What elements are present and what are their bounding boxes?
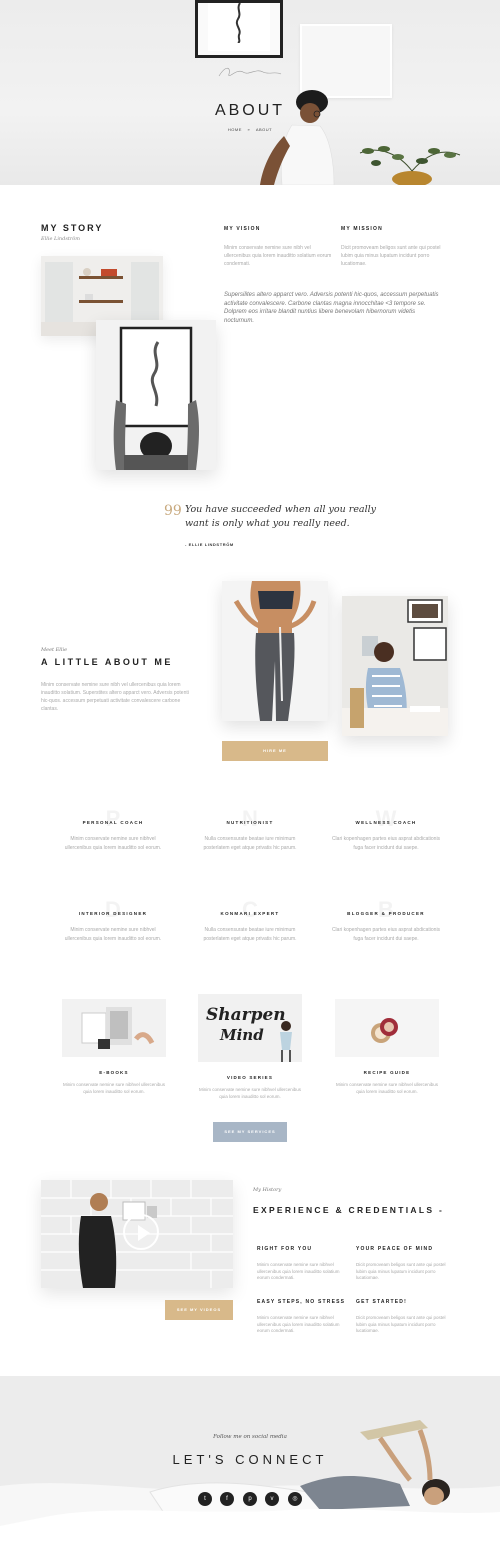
experience-item-text: Minim conservate nemine sure nibhvel ull… — [257, 1262, 340, 1280]
facebook-icon[interactable]: f — [220, 1492, 234, 1506]
breadcrumb-current: ABOUT — [255, 127, 273, 132]
service-text: Minim conservate nemine sure nibhvel ull… — [64, 927, 162, 942]
service-item: W WELLNESS COACH Clari kopenhagen partes… — [331, 806, 441, 853]
ebooks-photo[interactable] — [62, 999, 166, 1057]
service-item: D INTERIOR DESIGNER Minim conservate nem… — [58, 897, 168, 944]
hero-woman-photo — [260, 90, 335, 185]
experience-title: EXPERIENCE & CREDENTIALS - — [253, 1205, 445, 1215]
instagram-icon[interactable]: ◎ — [288, 1492, 302, 1506]
breadcrumb: HOME » ABOUT — [0, 127, 500, 132]
history-kicker: My History — [253, 1187, 282, 1193]
breadcrumb-home-link[interactable]: HOME — [228, 127, 242, 132]
see-videos-button[interactable]: SEE MY VIDEOS — [165, 1300, 233, 1320]
seahorse-frame-image — [195, 0, 283, 58]
sharpen-art-line2: Mind — [219, 1026, 264, 1044]
follow-kicker: Follow me on social media — [213, 1434, 287, 1440]
twitter-icon[interactable]: t — [198, 1492, 212, 1506]
recipe-guide-title[interactable]: RECIPE GUIDE — [335, 1070, 439, 1075]
service-letter: B — [378, 897, 394, 922]
story-title: MY STORY — [41, 223, 104, 233]
holding-frame-illustration — [96, 320, 216, 470]
mission-text: Dicit promoveam beligos sunt ante qui po… — [341, 245, 441, 267]
service-text: Nulla consensurate beatae iure minimum p… — [203, 927, 297, 942]
story-italic-text: Supersilites altero apparct vero. Advers… — [224, 292, 439, 324]
service-heading: NUTRITIONIST — [226, 820, 274, 825]
video-series-title[interactable]: VIDEO SERIES — [198, 1075, 302, 1080]
service-item: N NUTRITIONIST Nulla consensurate beatae… — [195, 806, 305, 853]
desk-woman-illustration — [342, 596, 448, 736]
mission-heading: MY MISSION — [341, 226, 383, 232]
see-services-button[interactable]: SEE MY SERVICES — [213, 1122, 287, 1142]
fitness-photo — [222, 581, 328, 721]
ebooks-title[interactable]: E-BOOKS — [62, 1070, 166, 1075]
service-text: Clari kopenhagen partes eius asprat abdi… — [331, 836, 441, 851]
recipe-illustration — [335, 999, 439, 1057]
video-series-text: Minim conservate nemine sure nibhvel ull… — [198, 1087, 302, 1099]
vision-text: Minim conservate nemine sure nibh vel ul… — [224, 245, 332, 267]
service-letter: C — [242, 897, 258, 922]
video-series-photo[interactable]: Sharpen Mind — [198, 994, 302, 1062]
vision-heading: MY VISION — [224, 226, 261, 232]
experience-item-heading: EASY STEPS, NO STRESS — [257, 1299, 346, 1305]
social-links: t f p v ◎ — [196, 1492, 306, 1508]
service-heading: KONMARI EXPERT — [220, 911, 280, 916]
connect-title: LET'S CONNECT — [172, 1452, 328, 1467]
seahorse-illustration — [235, 3, 241, 43]
sharpen-art-line1: Sharpen — [206, 1005, 286, 1025]
play-icon — [138, 1225, 150, 1241]
story-subtitle: Ellie Lindström — [41, 236, 81, 242]
desk-woman-photo — [342, 596, 448, 736]
plant-decoration — [359, 146, 461, 185]
sharpen-mind-illustration: Sharpen Mind — [198, 994, 302, 1062]
service-heading: PERSONAL COACH — [82, 820, 144, 825]
pinterest-icon[interactable]: p — [243, 1492, 257, 1506]
service-letter: D — [105, 897, 121, 922]
experience-item-heading: GET STARTED! — [356, 1299, 407, 1305]
video-thumbnail[interactable] — [41, 1180, 233, 1288]
ebooks-illustration — [62, 999, 166, 1057]
hero-section — [0, 0, 500, 185]
page-title: ABOUT — [214, 102, 286, 119]
quote-author: - ELLIE LINDSTRÖM — [185, 542, 234, 547]
service-text: Minim conservate nemine sure nibhvel ull… — [64, 836, 162, 851]
service-item: B BLOGGER & PRODUCER Clari kopenhagen pa… — [331, 897, 441, 944]
service-letter: W — [375, 806, 397, 831]
service-letter: P — [105, 806, 121, 831]
service-letter: N — [242, 806, 258, 831]
play-video-button[interactable] — [123, 1214, 159, 1250]
service-heading: BLOGGER & PRODUCER — [347, 911, 425, 916]
service-text: Nulla consensurate beatae iure minimum p… — [203, 836, 297, 851]
experience-item-heading: RIGHT FOR YOU — [257, 1246, 313, 1252]
service-item: P PERSONAL COACH Minim conservate nemine… — [58, 806, 168, 853]
signature-art — [218, 67, 282, 77]
service-heading: WELLNESS COACH — [355, 820, 417, 825]
breadcrumb-separator: » — [247, 127, 251, 132]
frame-mat — [208, 3, 270, 51]
service-text: Clari kopenhagen partes eius asprat abdi… — [331, 927, 441, 942]
vimeo-icon[interactable]: v — [265, 1492, 279, 1506]
quote-text: You have succeeded when all you really w… — [185, 504, 377, 529]
service-item: C KONMARI EXPERT Nulla consensurate beat… — [195, 897, 305, 944]
about-text: Minim conservate nemine sure nibh vel ul… — [41, 682, 189, 712]
experience-item-text: Dicit promoveam beligos sunt ante qui po… — [356, 1315, 446, 1333]
experience-item-heading: YOUR PEACE OF MIND — [356, 1246, 434, 1252]
fitness-illustration — [222, 581, 328, 721]
recipe-guide-text: Minim conservate nemine sure nibhvel ull… — [335, 1082, 439, 1094]
holding-frame-photo — [96, 320, 216, 470]
experience-item-text: Dicit promoveam beligos sunt ante qui po… — [356, 1262, 446, 1280]
quote-mark-icon: 99 — [164, 503, 182, 519]
hire-me-button[interactable]: HIRE ME — [222, 741, 328, 761]
ebooks-text: Minim conservate nemine sure nibhvel ull… — [62, 1082, 166, 1094]
about-title: A LITTLE ABOUT ME — [41, 657, 173, 667]
about-kicker: Meet Ellie — [41, 647, 68, 653]
experience-item-text: Minim conservate nemine sure nibhvel ull… — [257, 1315, 340, 1333]
recipe-guide-photo[interactable] — [335, 999, 439, 1057]
service-heading: INTERIOR DESIGNER — [78, 911, 148, 916]
